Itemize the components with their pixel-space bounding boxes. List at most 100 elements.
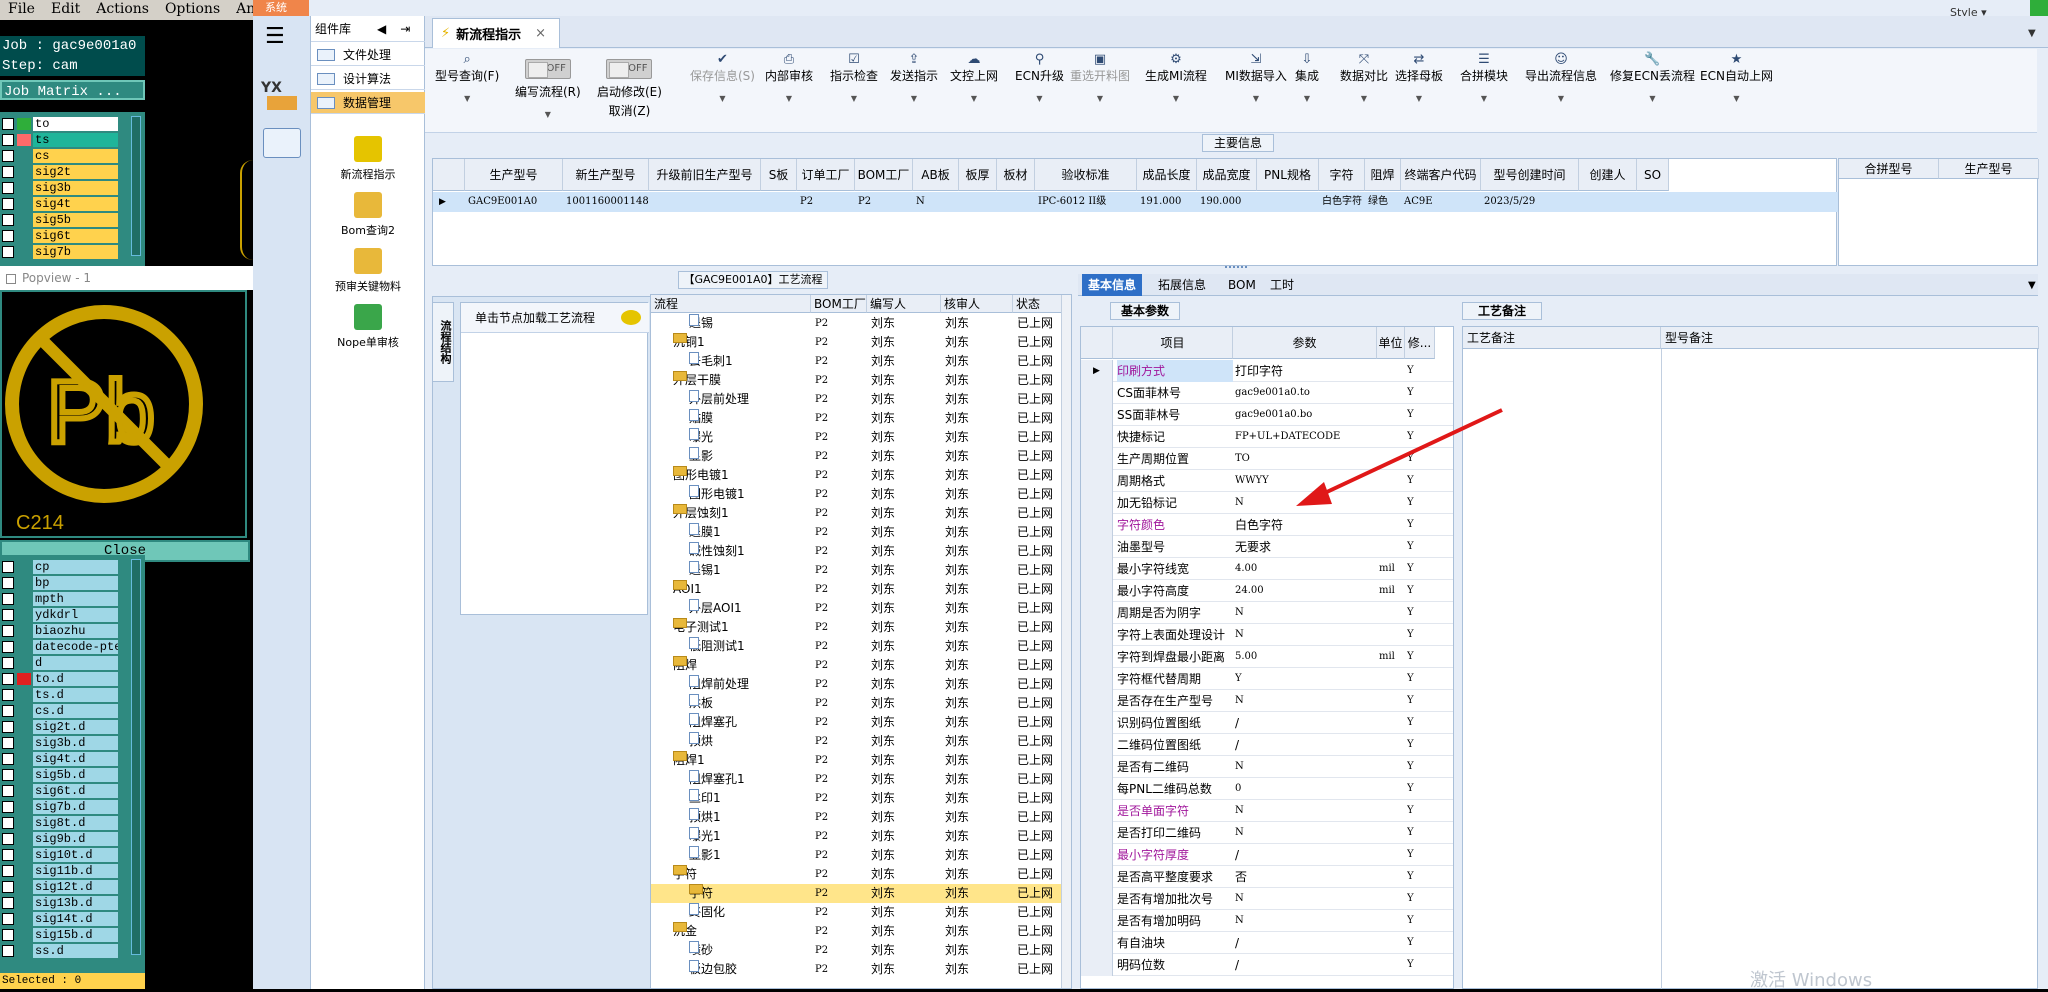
param-row[interactable]: ▶ 印刷方式 打印字符 Y [1081, 360, 1453, 382]
param-value[interactable]: 无要求 [1235, 536, 1375, 558]
layer-checkbox[interactable] [2, 704, 14, 717]
layer-checkbox[interactable] [2, 912, 14, 925]
layer-checkbox[interactable] [2, 656, 14, 669]
toolbar-dropdown-icon[interactable]: ▼ [1700, 94, 1773, 103]
param-row[interactable]: 字符颜色 白色字符 Y [1081, 514, 1453, 536]
tab-new-flow[interactable]: ⚡ 新流程指示 × [432, 18, 560, 48]
layer-checkbox[interactable] [2, 117, 14, 130]
process-structure-tab[interactable]: 流程结构 [432, 302, 454, 382]
layer-color-swatch[interactable] [17, 229, 31, 242]
param-modify[interactable]: Y [1407, 954, 1435, 976]
param-value[interactable]: N [1235, 888, 1375, 910]
toolbar-dropdown-icon[interactable]: ▼ [830, 94, 878, 103]
flow-row[interactable]: −阻焊P2刘东刘东已上网 [651, 656, 1061, 675]
param-value[interactable]: 白色字符 [1235, 514, 1375, 536]
layer-name[interactable]: sig2t [33, 164, 118, 179]
param-modify[interactable]: Y [1407, 624, 1435, 646]
layer-checkbox[interactable] [2, 197, 14, 210]
layer-color-swatch[interactable] [17, 928, 31, 941]
param-modify[interactable]: Y [1407, 360, 1435, 382]
toolbar-dropdown-icon[interactable]: ▼ [1145, 94, 1207, 103]
layer-color-swatch[interactable] [17, 608, 31, 621]
flow-row[interactable]: −字符P2刘东刘东已上网 [651, 865, 1061, 884]
layer-checkbox[interactable] [2, 736, 14, 749]
cam-menu-file[interactable]: File [0, 0, 43, 20]
param-modify[interactable]: Y [1407, 910, 1435, 932]
layer-row[interactable]: ydkdrl [0, 607, 118, 622]
grid-cell[interactable]: 190.000 [1197, 192, 1257, 212]
layer-checkbox[interactable] [2, 800, 14, 813]
param-modify[interactable]: Y [1407, 844, 1435, 866]
layer-name[interactable]: ts.d [33, 687, 118, 702]
side-button-2[interactable]: 数据管理 [311, 92, 425, 114]
flow-row[interactable]: 贴膜 P2 刘东 刘东 已上网 [651, 409, 1061, 428]
param-row[interactable]: 二维码位置图纸 / Y [1081, 734, 1453, 756]
param-row[interactable]: 油墨型号 无要求 Y [1081, 536, 1453, 558]
tool-tile-3[interactable]: Nope单审核 [311, 304, 425, 350]
grid-header[interactable]: 成品长度 [1137, 159, 1197, 191]
param-modify[interactable]: Y [1407, 580, 1435, 602]
param-row[interactable]: 是否高平整度要求 否 Y [1081, 866, 1453, 888]
layer-name[interactable]: to [33, 116, 118, 131]
layer-name[interactable]: to.d [33, 671, 118, 686]
toolbar-item-0[interactable]: ⌕ 型号查询(F) ▼ [435, 53, 499, 104]
layer-name[interactable]: sig7b [33, 244, 118, 259]
flow-row[interactable]: 退锡 P2 刘东 刘东 已上网 [651, 314, 1061, 333]
toolbar-item-7[interactable]: ☁ 文控上网 ▼ [950, 53, 998, 104]
layer-color-swatch[interactable] [17, 896, 31, 909]
layer-name[interactable]: sig8t.d [33, 815, 118, 830]
flow-row[interactable]: 烘板 P2 刘东 刘东 已上网 [651, 694, 1061, 713]
param-row[interactable]: 是否有增加批次号 N Y [1081, 888, 1453, 910]
layer-color-swatch[interactable] [17, 640, 31, 653]
flow-row[interactable]: −AOI1P2刘东刘东已上网 [651, 580, 1061, 599]
layer-row[interactable]: sig13b.d [0, 895, 118, 910]
layer-checkbox[interactable] [2, 752, 14, 765]
layer-color-swatch[interactable] [17, 576, 31, 589]
param-modify[interactable]: Y [1407, 668, 1435, 690]
notes-header[interactable]: 型号备注 [1661, 327, 2039, 349]
param-value[interactable]: Y [1235, 668, 1375, 690]
param-row[interactable]: 周期是否为阴字 N Y [1081, 602, 1453, 624]
param-row[interactable]: 字符到焊盘最小距离 5.00 mil Y [1081, 646, 1453, 668]
comment-icon[interactable] [621, 310, 641, 325]
param-modify[interactable]: Y [1407, 558, 1435, 580]
param-modify[interactable]: Y [1407, 536, 1435, 558]
toolbar-item-9[interactable]: ▣ 重选开料图 ▼ [1070, 53, 1130, 104]
flow-row[interactable]: 阻焊前处理 P2 刘东 刘东 已上网 [651, 675, 1061, 694]
grid-header[interactable]: 生产型号 [465, 159, 563, 191]
detail-tab-0[interactable]: 基本信息 [1082, 274, 1143, 296]
layer-name[interactable]: cs [33, 148, 118, 163]
grid-header[interactable]: 升级前旧生产型号 [649, 159, 761, 191]
layer-name[interactable]: ss.d [33, 943, 118, 958]
param-row[interactable]: 最小字符线宽 4.00 mil Y [1081, 558, 1453, 580]
grid-header[interactable]: 终端客户代码 [1401, 159, 1481, 191]
layer-checkbox[interactable] [2, 608, 14, 621]
layer-color-swatch[interactable] [17, 752, 31, 765]
system-tag[interactable]: 系统 [253, 0, 309, 16]
grid-cell[interactable]: IPC-6012 II级 [1035, 192, 1137, 212]
layer-row[interactable]: cs.d [0, 703, 118, 718]
layer-row[interactable]: sig14t.d [0, 911, 118, 926]
layer-color-swatch[interactable] [17, 245, 31, 258]
tool-tile-2[interactable]: 预审关键物料 [311, 248, 425, 294]
layer-checkbox[interactable] [2, 720, 14, 733]
param-row[interactable]: 是否打印二维码 N Y [1081, 822, 1453, 844]
toolbar-item-17[interactable]: 🔧 修复ECN丢流程 ▼ [1610, 53, 1695, 104]
layer-name[interactable]: sig3b [33, 180, 118, 195]
grid-header[interactable]: 创建人 [1579, 159, 1637, 191]
flow-row[interactable]: 曝光1 P2 刘东 刘东 已上网 [651, 827, 1061, 846]
layer-color-swatch[interactable] [17, 165, 31, 178]
flow-row[interactable]: 退膜1 P2 刘东 刘东 已上网 [651, 523, 1061, 542]
param-value[interactable]: N [1235, 822, 1375, 844]
merge-grid-header[interactable]: 生产型号 [1939, 159, 2039, 179]
params-header[interactable]: 单位 [1377, 327, 1405, 359]
layer-name[interactable]: sig10t.d [33, 847, 118, 862]
layer-color-swatch[interactable] [17, 560, 31, 573]
param-value[interactable]: N [1235, 690, 1375, 712]
layer-row[interactable]: mpth [0, 591, 118, 606]
param-modify[interactable]: Y [1407, 646, 1435, 668]
flow-row[interactable]: 外层AOI1 P2 刘东 刘东 已上网 [651, 599, 1061, 618]
toolbar-item-6[interactable]: ⇪ 发送指示 ▼ [890, 53, 938, 104]
layer-row[interactable]: datecode-pte [0, 639, 118, 654]
toolbar-dropdown-icon[interactable]: ▼ [890, 94, 938, 103]
